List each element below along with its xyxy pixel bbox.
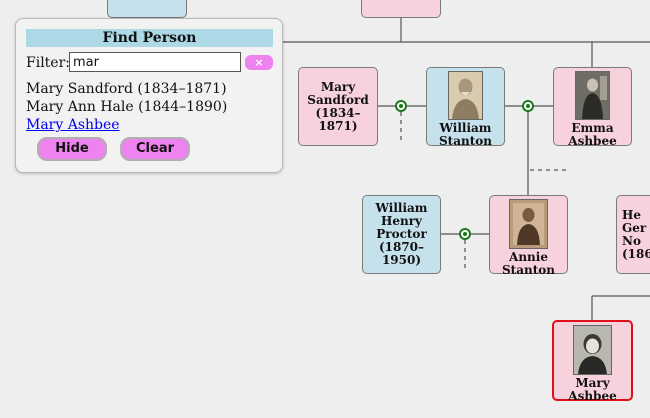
portrait-photo	[448, 71, 483, 120]
person-card-emma-ashbee[interactable]: Emma Ashbee	[553, 67, 632, 148]
person-card-william-stanton[interactable]: William Stanton	[426, 67, 505, 148]
person-card-william-henry-proctor[interactable]: William Henry Proctor (1870–1950)	[362, 195, 441, 274]
person-card-mary-ashbee[interactable]: Mary Ashbee	[552, 320, 633, 403]
search-result[interactable]: Mary Ann Hale (1844–1890)	[26, 98, 227, 116]
panel-title: Find Person	[26, 29, 273, 47]
person-card-partial-right[interactable]: He Ger No (186	[616, 195, 650, 274]
person-card-partial[interactable]	[107, 0, 187, 18]
portrait-photo	[509, 199, 548, 249]
marriage-node[interactable]	[522, 100, 534, 112]
person-name: He Ger No (186	[622, 207, 650, 261]
portrait-photo	[573, 325, 612, 375]
hide-button[interactable]: Hide	[37, 137, 107, 161]
portrait-photo	[575, 71, 610, 120]
person-name: William Henry Proctor (1870–1950)	[375, 201, 428, 267]
find-person-panel: Find Person Filter: × Mary Sandford (183…	[15, 18, 283, 173]
marriage-node[interactable]	[395, 100, 407, 112]
person-name: Annie Stanton	[502, 250, 555, 277]
search-result-link[interactable]: Mary Ashbee	[26, 116, 120, 134]
clear-button[interactable]: Clear	[120, 137, 190, 161]
filter-input[interactable]	[69, 52, 241, 72]
search-result[interactable]: Mary Sandford (1834–1871)	[26, 80, 227, 98]
person-card-partial[interactable]	[361, 0, 441, 18]
person-name: Mary Sandford (1834–1871)	[307, 79, 369, 133]
person-card-mary-sandford[interactable]: Mary Sandford (1834–1871)	[298, 67, 378, 146]
clear-filter-button[interactable]: ×	[245, 55, 273, 70]
marriage-node[interactable]	[459, 228, 471, 240]
person-name: Emma Ashbee	[568, 121, 617, 148]
person-name: William Stanton	[439, 121, 492, 148]
person-card-annie-stanton[interactable]: Annie Stanton	[489, 195, 568, 277]
filter-label: Filter:	[26, 55, 70, 71]
person-name: Mary Ashbee	[568, 376, 617, 403]
